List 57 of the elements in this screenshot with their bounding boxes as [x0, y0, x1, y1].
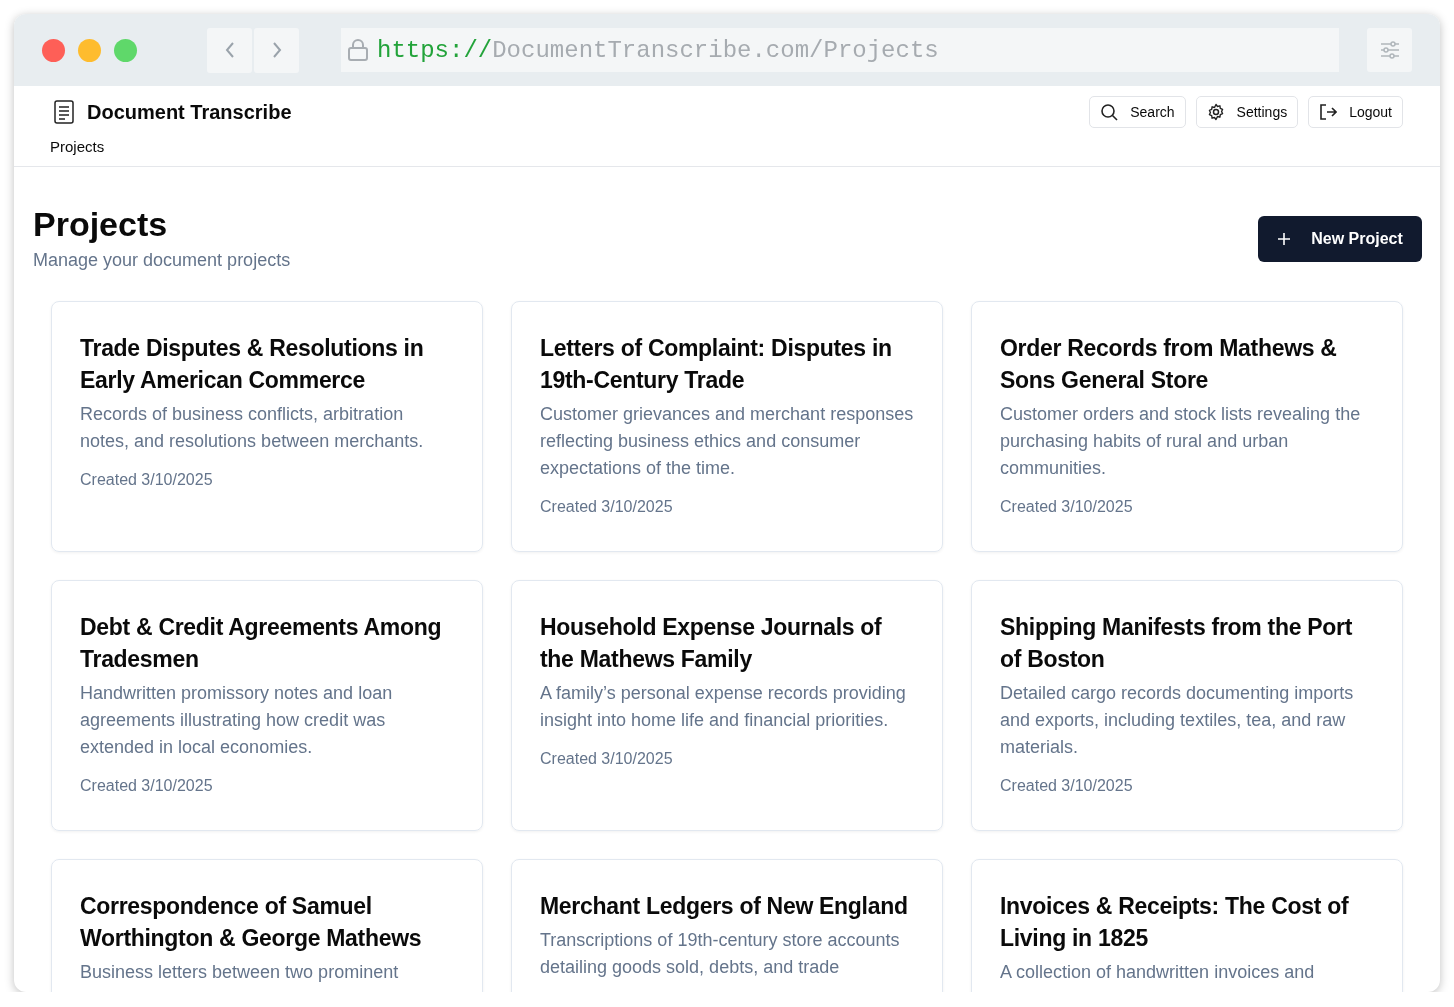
created-date: Created 3/10/2025	[540, 750, 674, 768]
plus-icon	[1277, 232, 1292, 246]
project-description: A family’s personal expense records providing insight into home life and financial priorities.	[540, 682, 907, 732]
project-description: Customer orders and stock lists revealing the purchasing habits of rural and urban communities.	[1000, 403, 1362, 480]
page-title: Projects	[33, 204, 169, 245]
search-icon	[1100, 103, 1119, 121]
project-card[interactable]: Invoices & Receipts: The Cost of Living in 1825 A collection of handwritten invoices and	[971, 859, 1403, 992]
project-title: Shipping Manifests from the Port of Boston	[1000, 613, 1354, 674]
project-description: Business letters between two prominent	[80, 961, 400, 984]
project-title: Letters of Complaint: Disputes in 19th-Century Trade	[540, 334, 893, 395]
project-title: Household Expense Journals of the Mathews Family	[540, 613, 883, 674]
close-window-icon[interactable]	[42, 38, 65, 62]
project-card[interactable]: Debt & Credit Agreements Among Tradesmen Handwritten promissory notes and loan agreements illustrating how credit was extended in local economies. Created 3/10/2025	[51, 580, 483, 831]
sliders-icon	[1379, 41, 1400, 59]
url-text: https://DocumentTranscribe.com/Projects	[377, 36, 939, 64]
project-card[interactable]: Trade Disputes & Resolutions in Early American Commerce Records of business conflicts, arbitration notes, and resolutions between merchants. Created 3/10/2025	[51, 301, 483, 552]
project-card[interactable]: Merchant Ledgers of New England Transcriptions of 19th-century store accounts detailing goods sold, debts, and trade	[511, 859, 943, 992]
project-card[interactable]: Order Records from Mathews & Sons General Store Customer orders and stock lists revealing the purchasing habits of rural and urban communities. Created 3/10/2025	[971, 301, 1403, 552]
browser-menu-button[interactable]	[1367, 28, 1412, 72]
created-date: Created 3/10/2025	[1000, 777, 1134, 795]
project-title: Trade Disputes & Resolutions in Early American Commerce	[80, 334, 425, 395]
lock-icon	[347, 38, 369, 62]
created-date: Created 3/10/2025	[80, 471, 214, 489]
project-title: Invoices & Receipts: The Cost of Living in 1825	[1000, 892, 1350, 953]
maximize-window-icon[interactable]	[114, 38, 137, 62]
search-button[interactable]: Search	[1089, 96, 1186, 128]
logout-icon	[1319, 103, 1338, 121]
project-card[interactable]: Correspondence of Samuel Worthington & George Mathews Business letters between two prominent	[51, 859, 483, 992]
project-card[interactable]: Household Expense Journals of the Mathews Family A family’s personal expense records providing insight into home life and financial priorities. Created 3/10/2025	[511, 580, 943, 831]
created-date: Created 3/10/2025	[540, 498, 674, 516]
created-date: Created 3/10/2025	[1000, 498, 1134, 516]
project-description: Detailed cargo records documenting imports and exports, including textiles, tea, and raw materials.	[1000, 682, 1355, 759]
created-date: Created 3/10/2025	[80, 777, 214, 795]
minimize-window-icon[interactable]	[78, 38, 101, 62]
page-subtitle: Manage your document projects	[33, 250, 291, 271]
project-description: Customer grievances and merchant responses reflecting business ethics and consumer expectations of the time.	[540, 403, 915, 480]
project-card[interactable]: Letters of Complaint: Disputes in 19th-Century Trade Customer grievances and merchant responses reflecting business ethics and consumer expectations of the time. Created 3/10/2025	[511, 301, 943, 552]
settings-icon	[1206, 103, 1225, 121]
project-card[interactable]: Shipping Manifests from the Port of Boston Detailed cargo records documenting imports and exports, including textiles, tea, and raw materials. Created 3/10/2025	[971, 580, 1403, 831]
project-description: Records of business conflicts, arbitration notes, and resolutions between merchants.	[80, 403, 425, 453]
app-title: Document Transcribe	[87, 100, 292, 124]
new-project-button[interactable]: New Project	[1258, 216, 1422, 262]
project-description: Handwritten promissory notes and loan agreements illustrating how credit was extended in local economies.	[80, 682, 394, 759]
project-title: Correspondence of Samuel Worthington & George Mathews	[80, 892, 423, 953]
project-title: Merchant Ledgers of New England	[540, 892, 909, 921]
document-icon	[53, 100, 75, 124]
settings-button[interactable]: Settings	[1195, 96, 1299, 128]
logout-button[interactable]: Logout	[1308, 96, 1403, 128]
project-description: Transcriptions of 19th-century store accounts detailing goods sold, debts, and trade	[540, 929, 901, 979]
forward-button[interactable]	[254, 27, 299, 73]
project-title: Debt & Credit Agreements Among Tradesmen	[80, 613, 443, 674]
back-button[interactable]	[207, 27, 252, 73]
project-description: A collection of handwritten invoices and	[1000, 961, 1316, 984]
project-title: Order Records from Mathews & Sons General Store	[1000, 334, 1338, 395]
nav-link[interactable]: Projects	[50, 138, 105, 155]
back-icon	[223, 41, 236, 59]
forward-icon	[270, 41, 283, 59]
